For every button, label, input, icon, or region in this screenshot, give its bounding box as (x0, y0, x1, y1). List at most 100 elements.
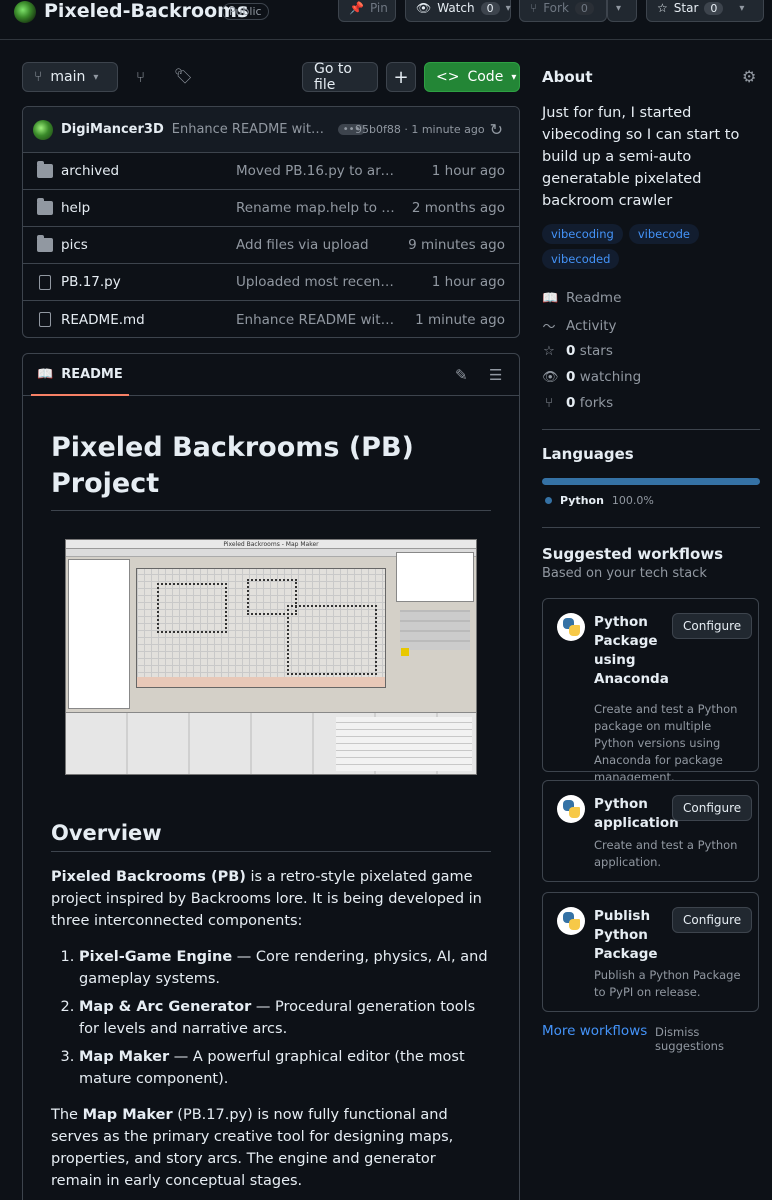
file-commit-message[interactable]: Enhance README with i... (236, 312, 396, 328)
topic-tag[interactable]: vibecode (628, 224, 699, 244)
eye-icon: 👁 (542, 369, 559, 385)
table-row[interactable]: help Rename map.help to help.txt 2 months … (23, 190, 519, 227)
branch-selector[interactable]: ⑂ main ▾ (22, 62, 118, 92)
fork-label: Fork (543, 1, 569, 15)
fork-button[interactable]: ⑂ Fork 0 (519, 0, 607, 22)
tag-icon[interactable]: 🏷 (174, 67, 193, 85)
tab-readme[interactable]: 📖 README (31, 354, 129, 396)
branches-icon[interactable]: ⑂ (136, 68, 145, 86)
watching-label: watching (579, 369, 642, 385)
table-row[interactable]: PB.17.py Uploaded most recent version 1 ho… (23, 264, 519, 301)
screenshot-marker (401, 648, 409, 656)
workflow-card: Python application Configure Create and … (542, 780, 759, 882)
watching-count: 0 (566, 369, 576, 385)
component-list: Pixel-Game Engine — Core rendering, phys… (51, 946, 491, 1090)
workflow-title: Publish Python Package (594, 908, 658, 962)
file-commit-message[interactable]: Uploaded most recent version (236, 274, 396, 290)
p2-bold: Map Maker (82, 1107, 173, 1123)
watch-count: 0 (480, 1, 500, 15)
table-row[interactable]: archived Moved PB.16.py to archived 1 hour… (23, 153, 519, 190)
outline-icon[interactable]: ☰ (489, 366, 502, 384)
commit-message[interactable]: Enhance README with i... (172, 122, 328, 137)
history-icon[interactable]: ↻ (490, 120, 503, 139)
file-name[interactable]: help (61, 200, 90, 216)
fork-dropdown[interactable]: ▾ (607, 0, 637, 22)
stars-link[interactable]: ☆ 0 stars (542, 343, 613, 359)
list-item-bold: Map & Arc Generator (79, 999, 252, 1015)
p2-prefix: The (51, 1107, 83, 1123)
chevron-down-icon: ▾ (616, 2, 622, 14)
map-maker-paragraph: The Map Maker (PB.17.py) is now fully fu… (51, 1104, 491, 1192)
screenshot-titlebar: Pixeled Backrooms - Map Maker (66, 540, 476, 549)
screenshot-buttons (400, 610, 470, 650)
file-time: 1 minute ago (415, 311, 505, 328)
file-commit-message[interactable]: Moved PB.16.py to archived (236, 163, 396, 179)
file-name[interactable]: archived (61, 163, 119, 179)
file-name[interactable]: README.md (61, 312, 145, 328)
topic-tag[interactable]: vibecoded (542, 249, 620, 269)
readme-link[interactable]: 📖 Readme (542, 290, 621, 306)
file-commit-message[interactable]: Add files via upload (236, 237, 396, 253)
list-item: Pixel-Game Engine — Core rendering, phys… (79, 946, 491, 990)
divider (542, 429, 760, 430)
workflow-card: Publish Python Package Configure Publish… (542, 892, 759, 1012)
forks-link[interactable]: ⑂ 0 forks (542, 395, 613, 411)
repo-owner-avatar[interactable] (14, 1, 36, 23)
workflows-heading: Suggested workflows (542, 545, 724, 563)
forks-label: forks (579, 395, 614, 411)
code-button[interactable]: <> Code ▾ (424, 62, 520, 92)
readme-header: 📖 README ✎ ☰ (23, 354, 519, 396)
table-row[interactable]: pics Add files via upload 9 minutes ago (23, 227, 519, 264)
commit-meta[interactable]: 95b0f88 · 1 minute ago (355, 123, 485, 136)
file-name[interactable]: pics (61, 237, 88, 253)
screenshot-list (68, 559, 130, 709)
folder-icon (37, 198, 53, 215)
edit-icon[interactable]: ✎ (455, 366, 468, 384)
topic-tag[interactable]: vibecoding (542, 224, 623, 244)
watching-link[interactable]: 👁 0 watching (542, 369, 641, 385)
file-icon (39, 312, 51, 327)
gear-icon[interactable]: ⚙ (742, 67, 756, 86)
dismiss-suggestions-link[interactable]: Dismiss suggestions (655, 1025, 760, 1053)
intro-bold: Pixeled Backrooms (PB) (51, 869, 246, 885)
pin-button[interactable]: 📌 Pin (338, 0, 396, 22)
readme-tab-label: README (61, 366, 123, 382)
screenshot-room (287, 605, 377, 675)
add-file-button[interactable]: + (386, 62, 416, 92)
avatar[interactable] (33, 119, 53, 140)
fork-icon: ⑂ (545, 395, 553, 411)
topic-list: vibecoding vibecode vibecoded (542, 224, 760, 269)
go-to-file-button[interactable]: Go to file (302, 61, 378, 93)
workflow-description: Create and test a Python application. (594, 838, 738, 869)
star-button[interactable]: ☆ Star 0 ▾ (646, 0, 764, 22)
python-logo-icon (557, 795, 585, 823)
star-label: Star (673, 1, 699, 15)
workflow-card: Python Package using Anaconda Configure … (542, 598, 759, 784)
python-logo-icon (557, 907, 585, 935)
commit-author[interactable]: DigiMancer3D (61, 122, 164, 137)
configure-button[interactable]: Configure (672, 907, 753, 933)
star-icon: ☆ (543, 343, 555, 359)
map-maker-screenshot[interactable]: Pixeled Backrooms - Map Maker (65, 539, 477, 775)
chevron-down-icon: ▾ (93, 71, 99, 83)
table-row[interactable]: README.md Enhance README with i... 1 minut… (23, 301, 519, 337)
screenshot-strip (137, 677, 385, 687)
language-python[interactable]: Python 100.0% (545, 494, 654, 507)
languages-heading[interactable]: Languages (542, 445, 634, 463)
activity-link[interactable]: 〜 Activity (542, 316, 616, 336)
language-name: Python (560, 494, 604, 507)
repo-name[interactable]: Pixeled-Backrooms (44, 0, 248, 22)
list-item: Map Maker — A powerful graphical editor … (79, 1046, 491, 1090)
configure-button[interactable]: Configure (672, 795, 753, 821)
configure-button[interactable]: Configure (672, 613, 753, 639)
file-icon (39, 274, 51, 290)
stars-count: 0 (566, 343, 576, 359)
watch-button[interactable]: 👁 Watch 0 ▾ (405, 0, 511, 22)
more-workflows-link[interactable]: More workflows (542, 1023, 647, 1039)
screenshot-text-panel (396, 552, 474, 602)
star-icon: ☆ (657, 1, 668, 15)
file-name[interactable]: PB.17.py (61, 274, 121, 290)
code-label: Code (467, 69, 504, 85)
about-description: Just for fun, I started vibecoding so I … (542, 105, 740, 209)
file-commit-message[interactable]: Rename map.help to help.txt (236, 200, 396, 216)
